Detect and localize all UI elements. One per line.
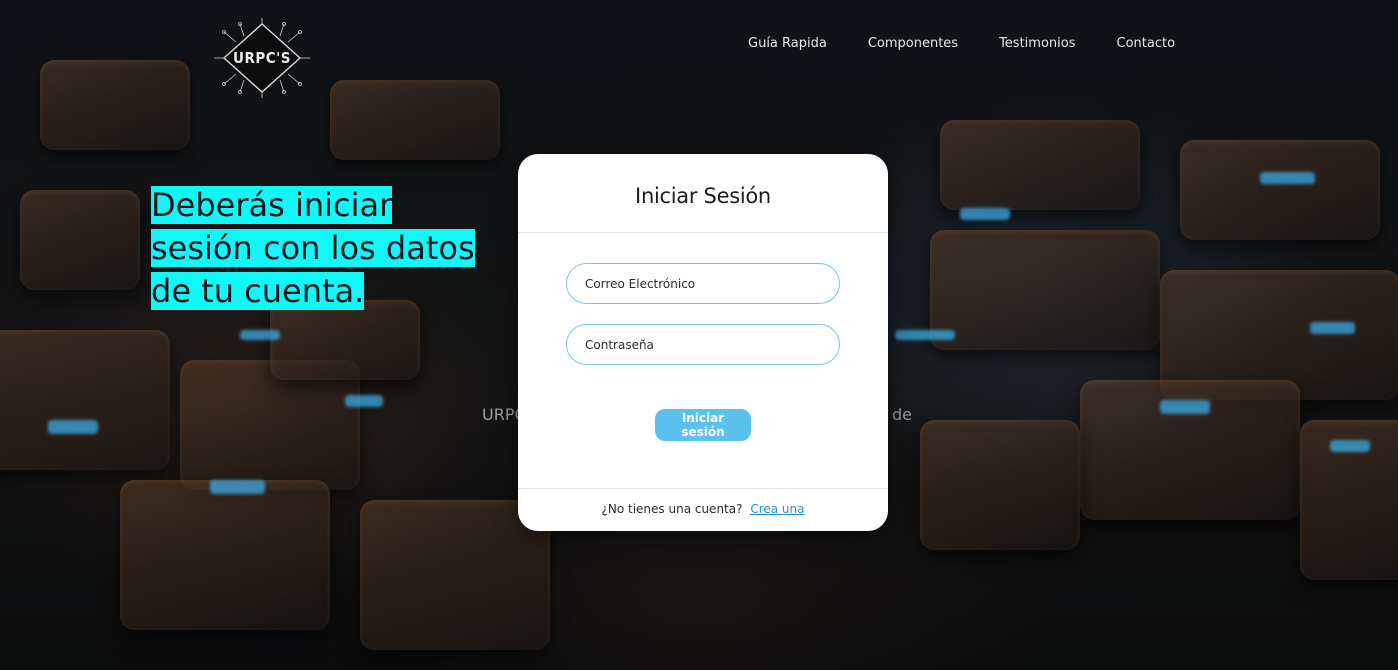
nav-testimonios[interactable]: Testimonios (999, 36, 1075, 51)
nav-contacto[interactable]: Contacto (1117, 36, 1176, 51)
tutorial-caption: Deberás iniciar sesión con los datos de … (151, 184, 491, 313)
no-account-text: ¿No tienes una cuenta? (601, 502, 743, 516)
card-divider (518, 488, 888, 489)
login-button[interactable]: Iniciar sesión (655, 409, 751, 441)
login-title: Iniciar Sesión (635, 184, 771, 208)
email-field[interactable] (566, 263, 840, 304)
brand-logo[interactable]: URPC'S (214, 18, 310, 98)
password-field[interactable] (566, 324, 840, 365)
card-divider (518, 232, 888, 233)
logo-text: URPC'S (233, 49, 291, 67)
main-nav: Guía Rapida Componentes Testimonios Cont… (748, 36, 1216, 51)
signup-prompt: ¿No tienes una cuenta? Crea una (518, 502, 888, 516)
nav-guia-rapida[interactable]: Guía Rapida (748, 36, 827, 51)
nav-componentes[interactable]: Componentes (868, 36, 958, 51)
hero-text-right: de (892, 405, 912, 424)
login-card: Iniciar Sesión Iniciar sesión ¿No tienes… (518, 154, 888, 531)
create-account-link[interactable]: Crea una (750, 502, 804, 516)
caption-text: Deberás iniciar sesión con los datos de … (151, 186, 475, 310)
